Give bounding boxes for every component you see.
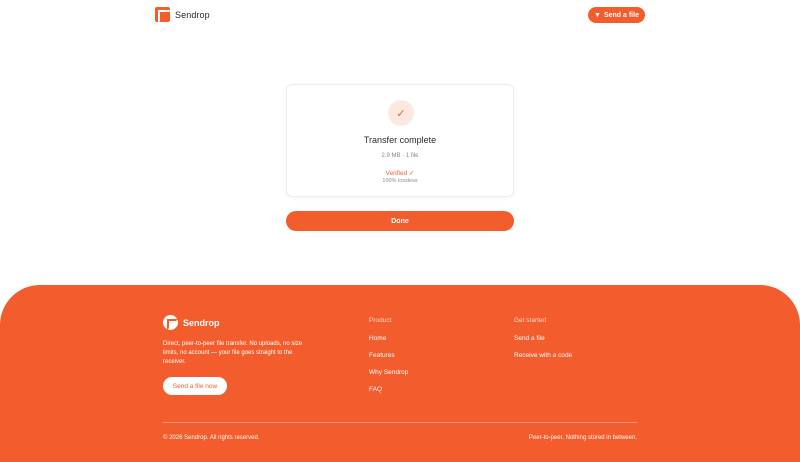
site-header: Sendrop ▼ Send a file (0, 0, 800, 30)
sendrop-logo-icon (163, 315, 178, 330)
footer-divider (163, 422, 637, 423)
get-started-heading: Get started (514, 317, 547, 324)
done-button[interactable]: Done (286, 211, 514, 231)
filter-funnel-icon: ▼ (594, 11, 601, 19)
footer-description: Direct, peer-to-peer file transfer. No u… (163, 341, 303, 365)
footer-link-why-sendrop[interactable]: Why Sendrop (369, 369, 408, 376)
footer-link-faq[interactable]: FAQ (369, 386, 408, 393)
send-file-button[interactable]: ▼ Send a file (588, 7, 645, 23)
product-heading: Product (369, 317, 392, 324)
copyright: © 2026 Sendrop. All rights reserved. (163, 435, 260, 441)
file-summary: 2.9 MB · 1 file (381, 153, 419, 159)
sendrop-logo-icon (155, 7, 171, 23)
verified-status: Verified ✓ (385, 170, 415, 177)
card-title: Transfer complete (363, 135, 437, 145)
footer-brand-name: Sendrop (183, 317, 220, 328)
send-file-label: Send a file (603, 11, 639, 19)
lossless-note: 100% lossless (382, 178, 418, 184)
brand-name: Sendrop (175, 9, 210, 20)
site-footer: Sendrop Direct, peer-to-peer file transf… (0, 285, 800, 462)
brand-link[interactable]: Sendrop (155, 7, 210, 23)
checkmark-icon: ✓ (388, 100, 414, 126)
footer-link-send-file[interactable]: Send a file (514, 335, 572, 342)
footer-link-home[interactable]: Home (369, 335, 408, 342)
footer-link-receive-code[interactable]: Receive with a code (514, 352, 572, 359)
transfer-complete-card: ✓ Transfer complete 2.9 MB · 1 file Veri… (286, 84, 514, 197)
footer-get-started-column: Get started Send a file Receive with a c… (514, 317, 572, 369)
footer-link-features[interactable]: Features (369, 352, 408, 359)
footer-brand[interactable]: Sendrop (163, 315, 220, 330)
footer-product-column: Product Home Features Why Sendrop FAQ (369, 317, 408, 403)
footer-tagline: Peer-to-peer. Nothing stored in between. (528, 435, 637, 441)
send-file-now-button[interactable]: Send a file now (163, 377, 227, 395)
